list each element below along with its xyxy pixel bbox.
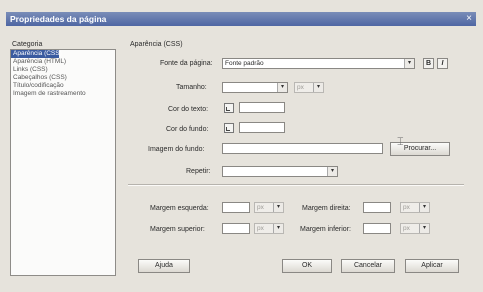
margin-top-unit-select[interactable]: px ▾ — [254, 223, 284, 234]
cancel-button[interactable]: Cancelar — [341, 259, 395, 273]
chevron-down-icon: ▾ — [277, 83, 287, 92]
chevron-down-icon: ▾ — [327, 167, 337, 176]
margin-right-unit-select[interactable]: px ▾ — [400, 202, 430, 213]
chevron-down-icon: ▾ — [419, 224, 429, 233]
category-list: Aparência (CSS) Aparência (HTML) Links (… — [10, 49, 116, 276]
chevron-down-icon: ▾ — [313, 83, 323, 92]
font-select[interactable]: Fonte padrão ▾ — [222, 58, 415, 69]
page-properties-dialog: Propriedades da página × Categoria Aparê… — [0, 0, 483, 292]
category-item-appearance-html[interactable]: Aparência (HTML) — [11, 58, 115, 66]
margin-left-unit-select[interactable]: px ▾ — [254, 202, 284, 213]
title-bar: Propriedades da página × — [6, 12, 476, 26]
font-value: Fonte padrão — [225, 60, 264, 67]
italic-button[interactable]: I — [437, 58, 448, 69]
bg-color-swatch[interactable] — [224, 123, 234, 133]
help-button[interactable]: Ajuda — [138, 259, 190, 273]
bg-image-label: Imagem do fundo: — [148, 146, 205, 153]
chevron-down-icon: ▾ — [404, 59, 414, 68]
margin-left-unit: px — [257, 204, 264, 211]
margin-left-label: Margem esquerda: — [150, 205, 209, 212]
margin-left-input[interactable] — [222, 202, 250, 213]
category-item-headings-css[interactable]: Cabeçalhos (CSS) — [11, 74, 115, 82]
cursor-icon: ⌶ — [397, 136, 404, 148]
text-color-label: Cor do texto: — [168, 106, 209, 113]
section-divider — [128, 184, 464, 186]
size-label: Tamanho: — [176, 84, 207, 91]
repeat-select[interactable]: ▾ — [222, 166, 338, 177]
margin-bottom-label: Margem inferior: — [300, 226, 351, 233]
repeat-label: Repetir: — [186, 168, 211, 175]
size-unit-value: px — [297, 84, 304, 91]
margin-right-label: Margem direita: — [302, 205, 351, 212]
margin-right-input[interactable] — [363, 202, 391, 213]
margin-top-label: Margem superior: — [150, 226, 205, 233]
margin-bottom-unit-select[interactable]: px ▾ — [400, 223, 430, 234]
section-title: Aparência (CSS) — [130, 41, 183, 48]
chevron-down-icon: ▾ — [273, 224, 283, 233]
size-select[interactable]: ▾ — [222, 82, 288, 93]
margin-top-input[interactable] — [222, 223, 250, 234]
chevron-down-icon: ▾ — [419, 203, 429, 212]
margin-bottom-unit: px — [403, 225, 410, 232]
margin-right-unit: px — [403, 204, 410, 211]
category-item-links-css[interactable]: Links (CSS) — [11, 66, 115, 74]
category-item-title-encoding[interactable]: Título/codificação — [11, 82, 115, 90]
bg-color-input[interactable] — [239, 122, 285, 133]
text-color-input[interactable] — [239, 102, 285, 113]
size-unit-select[interactable]: px ▾ — [294, 82, 324, 93]
margin-top-unit: px — [257, 225, 264, 232]
margin-bottom-input[interactable] — [363, 223, 391, 234]
font-label: Fonte da página: — [160, 60, 213, 67]
close-icon[interactable]: × — [466, 13, 472, 24]
category-header: Categoria — [12, 41, 43, 48]
text-color-swatch[interactable] — [224, 103, 234, 113]
dialog-title: Propriedades da página — [10, 14, 107, 24]
apply-button[interactable]: Aplicar — [405, 259, 459, 273]
chevron-down-icon: ▾ — [273, 203, 283, 212]
category-item-tracing-image[interactable]: Imagem de rastreamento — [11, 90, 115, 98]
category-item-appearance-css[interactable]: Aparência (CSS) — [11, 50, 62, 58]
bg-color-label: Cor do fundo: — [166, 126, 209, 133]
bg-image-input[interactable] — [222, 143, 383, 154]
bold-button[interactable]: B — [423, 58, 434, 69]
ok-button[interactable]: OK — [282, 259, 332, 273]
